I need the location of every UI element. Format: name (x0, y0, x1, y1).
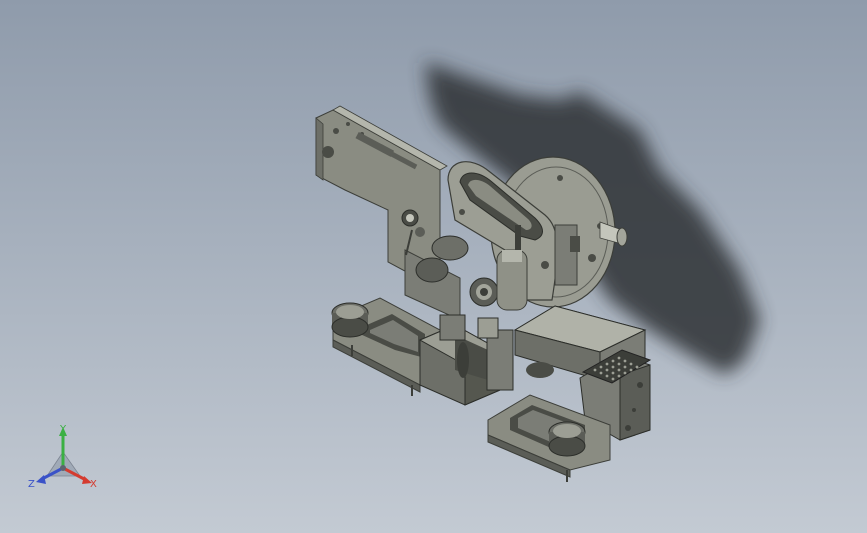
cad-3d-viewport[interactable]: Y X Z (0, 0, 867, 533)
cad-scene[interactable]: Y X Z (0, 0, 867, 533)
z-axis-label: Z (28, 479, 35, 490)
x-axis-label: X (90, 479, 97, 490)
coordinate-triad[interactable]: Y X Z (28, 424, 97, 490)
y-axis-label: Y (59, 424, 67, 435)
triad-origin (60, 465, 66, 471)
